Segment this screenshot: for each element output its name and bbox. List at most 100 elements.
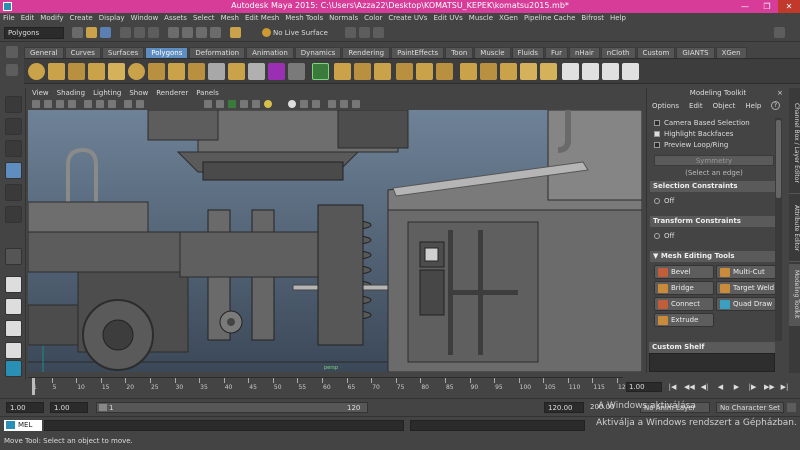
shelf-tab-custom[interactable]: Custom [636,47,676,58]
menu-color[interactable]: Color [361,13,385,24]
image-plane-icon[interactable] [68,100,76,108]
menu-file[interactable]: File [0,13,18,24]
viewport-menu-panels[interactable]: Panels [192,88,223,98]
shelf-tab-xgen[interactable]: XGen [715,47,747,58]
auto-key-icon[interactable] [787,403,796,412]
save-scene-icon[interactable] [100,27,111,38]
quad-draw-button[interactable]: Quad Draw [716,297,776,311]
preview-loop-ring-checkbox[interactable] [654,142,660,148]
step-forward-frame-button[interactable]: |▶ [748,383,757,392]
merge-icon[interactable] [460,63,477,80]
single-pane-layout-icon[interactable] [5,276,22,293]
transform-constraints-header[interactable]: Transform Constraints [650,216,778,227]
uv-editor-icon[interactable] [622,63,639,80]
menu-muscle[interactable]: Muscle [466,13,496,24]
poly-sphere-icon[interactable] [28,63,45,80]
checker-uv-2-icon[interactable] [582,63,599,80]
snap-view-plane-icon[interactable] [210,27,221,38]
current-time-marker[interactable] [32,378,35,395]
menu-xgen[interactable]: XGen [496,13,521,24]
shelf-tab-curves[interactable]: Curves [64,47,101,58]
poly-prism-icon[interactable] [148,63,165,80]
extrude-button[interactable]: Extrude [654,313,714,327]
bevel-tool-icon[interactable] [396,63,413,80]
shelf-tab-dynamics[interactable]: Dynamics [294,47,342,58]
select-camera-icon[interactable] [32,100,40,108]
grid-icon[interactable] [84,100,92,108]
depth-of-field-icon[interactable] [352,100,360,108]
viewport-menu-show[interactable]: Show [125,88,152,98]
camera-based-selection-option[interactable]: Camera Based Selection [654,118,750,128]
transform-constraints-off[interactable]: Off [654,231,774,242]
mtk-menu-edit[interactable]: Edit [684,100,708,112]
viewport-menu-renderer[interactable]: Renderer [152,88,192,98]
snap-point-icon[interactable] [196,27,207,38]
poly-cylinder-icon[interactable] [68,63,85,80]
bridge-tool-icon[interactable] [334,63,351,80]
command-input[interactable] [44,420,404,431]
modeling-toolkit-scrollbar[interactable] [775,118,782,341]
snap-curve-icon[interactable] [182,27,193,38]
select-component-icon[interactable] [148,27,159,38]
shelf-tab-painteffects[interactable]: PaintEffects [391,47,445,58]
time-slider[interactable]: 1510152025303540455055606570758085909510… [28,377,629,395]
menu-edit-mesh[interactable]: Edit Mesh [242,13,282,24]
camera-attributes-icon[interactable] [44,100,52,108]
selection-constraints-off[interactable]: Off [654,196,774,207]
preview-loop-ring-option[interactable]: Preview Loop/Ring [654,140,728,150]
poly-cube-icon[interactable] [48,63,65,80]
planar-mapping-icon[interactable] [520,63,537,80]
symmetry-button[interactable]: Symmetry [654,155,774,166]
poly-cone-icon[interactable] [88,63,105,80]
smooth-shade-icon[interactable] [216,100,224,108]
shelf-tab-rendering[interactable]: Rendering [342,47,391,58]
multi-cut-button[interactable]: Multi-Cut [716,265,776,279]
playback-end-field[interactable]: 120.00 [544,402,584,413]
viewport-menu-shading[interactable]: Shading [53,88,89,98]
film-gate-icon[interactable] [96,100,104,108]
mtk-menu-options[interactable]: Options [647,100,684,112]
menu-create-uvs[interactable]: Create UVs [385,13,430,24]
go-to-end-button[interactable]: ▶| [780,383,789,392]
show-hide-panels-icon[interactable] [774,27,785,38]
shelf-tab-deformation[interactable]: Deformation [189,47,246,58]
shelf-tab-surfaces[interactable]: Surfaces [101,47,145,58]
help-icon[interactable]: ? [771,101,780,110]
camera-based-selection-checkbox[interactable] [654,120,660,126]
live-surface-field[interactable]: No Live Surface [273,28,328,38]
select-hierarchy-icon[interactable] [120,27,131,38]
wireframe-on-shaded-icon[interactable] [228,100,236,108]
collapse-icon[interactable] [480,63,497,80]
playback-start-field[interactable]: 1.00 [50,402,88,413]
paint-select-tool-icon[interactable] [5,140,22,157]
shelf-tab-animation[interactable]: Animation [246,47,294,58]
menu-normals[interactable]: Normals [326,13,361,24]
split-polygon-icon[interactable] [500,63,517,80]
shadows-icon[interactable] [264,100,272,108]
collapse-arrow-icon[interactable]: ▼ [653,252,658,260]
selection-constraints-radio[interactable] [654,198,660,204]
resolution-gate-icon[interactable] [108,100,116,108]
selection-constraints-header[interactable]: Selection Constraints [650,181,778,192]
offset-edge-loop-icon[interactable] [436,63,453,80]
poly-pyramid-icon[interactable] [168,63,185,80]
range-slider[interactable]: 1 120 [96,402,368,413]
safe-action-icon[interactable] [124,100,132,108]
step-back-frame-button[interactable]: ◀| [700,383,709,392]
menu-create[interactable]: Create [66,13,95,24]
shelf-tab-ncloth[interactable]: nCloth [600,47,636,58]
menu-bifrost[interactable]: Bifrost [578,13,607,24]
checker-uv-3-icon[interactable] [602,63,619,80]
maximize-button[interactable]: ❐ [756,0,778,13]
mesh-editing-tools-header[interactable]: ▼ Mesh Editing Tools [650,251,778,262]
use-all-lights-icon[interactable] [252,100,260,108]
highlight-backfaces-option[interactable]: Highlight Backfaces [654,129,733,139]
fill-hole-icon[interactable] [374,63,391,80]
perspective-viewport[interactable]: persp [28,110,642,372]
highlight-backfaces-checkbox[interactable] [654,131,660,137]
play-forwards-button[interactable]: ▶ [732,383,741,392]
shelf-menu-icon[interactable] [6,64,18,76]
new-scene-icon[interactable] [72,27,83,38]
shelf-tab-fluids[interactable]: Fluids [511,47,544,58]
side-tab-channel-box[interactable]: Channel Box / Layer Editor [789,92,800,194]
